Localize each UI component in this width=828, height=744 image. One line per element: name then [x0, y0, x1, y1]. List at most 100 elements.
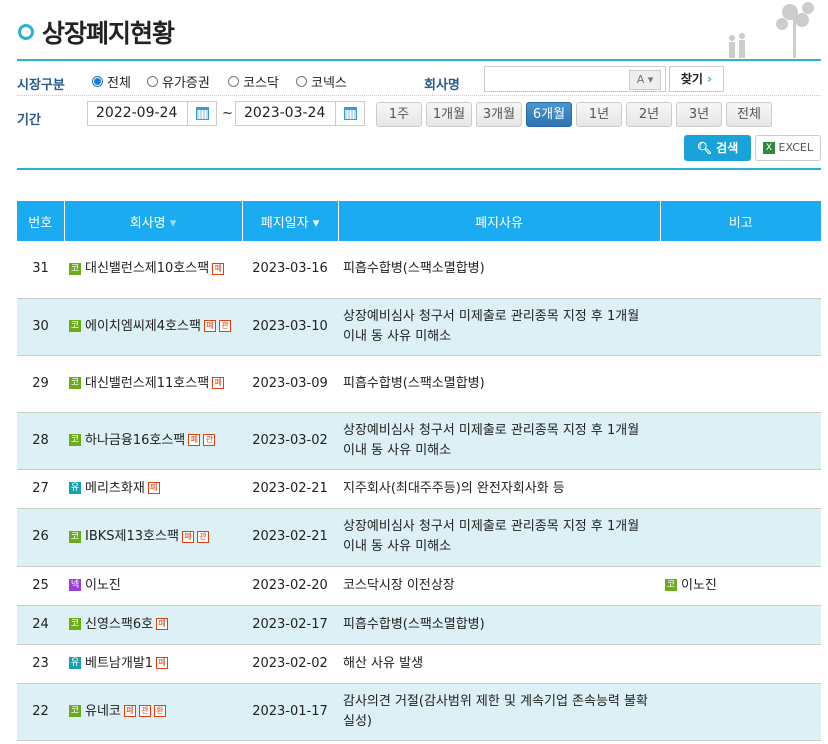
table-row: 26 코 IBKS제13호스팩 폐 관 2023-02-21 상장예비심사 청구서 미… [17, 508, 821, 567]
company-cell: 코 대신밸런스제10호스팩 폐 [64, 241, 242, 299]
circle-icon [18, 24, 34, 40]
period-1m-button[interactable]: 1개월 [426, 102, 472, 127]
tag-badge-icon: 관 [203, 434, 216, 446]
radio-label: 전체 [107, 76, 131, 91]
calendar-icon[interactable] [187, 101, 217, 126]
find-label: 찾기 [680, 72, 703, 86]
excel-button[interactable]: X EXCEL [755, 135, 821, 161]
company-cell: 코 에이치엠씨제4호스팩 폐 관 [64, 298, 242, 356]
company-cell: 넥 이노진 [64, 566, 242, 606]
row-number: 30 [17, 298, 64, 356]
row-number: 22 [17, 683, 64, 741]
radio-konex[interactable]: 코넥스 [296, 72, 347, 91]
radio-kosdaq[interactable]: 코스닥 [228, 72, 279, 91]
end-date-input[interactable]: 2023-03-24 [235, 101, 336, 126]
delisting-date: 2023-03-10 [242, 298, 338, 356]
radio-kospi[interactable]: 유가증권 [147, 72, 210, 91]
start-date-input[interactable]: 2022-09-24 [87, 101, 188, 126]
top-divider [17, 59, 821, 61]
company-link[interactable]: 하나금융16호스팩 [85, 433, 185, 448]
delisting-reason: 피흡수합병(스팩소멸합병) [338, 355, 660, 413]
search-label: 검색 [716, 141, 739, 155]
row-number: 25 [17, 566, 64, 606]
delisting-reason: 상장예비심사 청구서 미제출로 관리종목 지정 후 1개월 이내 동 사유 미해… [338, 508, 660, 567]
company-cell: 코 대신밸런스제11호스팩 폐 [64, 355, 242, 413]
delisting-date: 2023-03-09 [242, 355, 338, 413]
period-all-button[interactable]: 전체 [726, 102, 772, 127]
period-3m-button[interactable]: 3개월 [476, 102, 522, 127]
company-link[interactable]: 신영스팩6호 [85, 617, 153, 632]
radio-all[interactable]: 전체 [92, 72, 131, 91]
page-title-text: 상장폐지현황 [42, 19, 175, 48]
company-link[interactable]: 메리츠화재 [85, 481, 145, 496]
period-3y-button[interactable]: 3년 [676, 102, 722, 127]
company-link[interactable]: 이노진 [85, 578, 121, 593]
tag-badge-icon: 관 [218, 320, 231, 332]
market-badge: 코 [665, 579, 677, 591]
company-input[interactable]: A ▾ [484, 66, 666, 92]
col-date[interactable]: 폐지일자 ▾ [241, 201, 338, 241]
delisting-date: 2023-03-16 [242, 241, 338, 299]
period-2y-button[interactable]: 2년 [626, 102, 672, 127]
company-cell: 코 유네코 폐 관 환 [64, 683, 242, 741]
note-cell [660, 605, 821, 645]
market-badge: 유 [69, 657, 81, 669]
tag-badge-icon: 폐 [156, 618, 169, 630]
row-number: 27 [17, 469, 64, 509]
filter-divider [17, 168, 821, 170]
col-company[interactable]: 회사명 ▾ [63, 201, 242, 241]
row-number: 28 [17, 412, 64, 470]
market-badge: 유 [69, 482, 81, 494]
note-cell: 코 이노진 [660, 566, 821, 606]
delisting-reason: 상장예비심사 청구서 미제출로 관리종목 지정 후 1개월 이내 동 사유 미해… [338, 298, 660, 356]
company-link[interactable]: 대신밸런스제10호스팩 [85, 261, 209, 276]
table-row: 24 코 신영스팩6호 폐 2023-02-17 피흡수합병(스팩소멸합병) [17, 605, 821, 645]
period-1y-button[interactable]: 1년 [576, 102, 622, 127]
row-number: 31 [17, 241, 64, 299]
row-number: 26 [17, 508, 64, 567]
delisting-reason: 피흡수합병(스팩소멸합병) [338, 605, 660, 645]
delisting-reason: 코스닥시장 이전상장 [338, 566, 660, 606]
company-link[interactable]: 베트남개발1 [85, 656, 153, 671]
tag-badge-icon: 폐 [123, 705, 136, 717]
table-row: 29 코 대신밸런스제11호스팩 폐 2023-03-09 피흡수합병(스팩소멸합병… [17, 355, 821, 413]
note-cell [660, 355, 821, 413]
excel-label: EXCEL [778, 141, 813, 154]
company-link[interactable]: IBKS제13호스팩 [85, 529, 179, 544]
market-badge: 코 [69, 618, 81, 630]
delisting-reason: 지주회사(최대주주등)의 완전자회사화 등 [338, 469, 660, 509]
tag-badge-icon: 폐 [212, 377, 225, 389]
market-badge: 코 [69, 262, 81, 275]
company-link[interactable]: 에이치엠씨제4호스팩 [85, 319, 201, 334]
market-badge: 코 [69, 434, 81, 446]
sort-down-icon: ▾ [169, 215, 177, 231]
period-6m-button[interactable]: 6개월 [526, 102, 572, 127]
delisting-date: 2023-02-21 [242, 508, 338, 567]
table-row: 30 코 에이치엠씨제4호스팩 폐 관 2023-03-10 상장예비심사 청구서 미… [17, 298, 821, 356]
tilde: ~ [222, 106, 233, 121]
delisting-reason: 상장예비심사 청구서 미제출로 관리종목 지정 후 1개월 이내 동 사유 미해… [338, 412, 660, 470]
note-cell [660, 683, 821, 741]
delisting-date: 2023-02-02 [242, 644, 338, 684]
note-cell [660, 241, 821, 299]
ime-label: A [636, 73, 645, 86]
table-row: 27 유 메리츠화재 폐 2023-02-21 지주회사(최대주주등)의 완전자회사… [17, 469, 821, 509]
delisting-reason: 피흡수합병(스팩소멸합병) [338, 241, 660, 299]
company-cell: 코 IBKS제13호스팩 폐 관 [64, 508, 242, 567]
row-number: 24 [17, 605, 64, 645]
company-link[interactable]: 유네코 [85, 704, 121, 719]
delisting-reason: 해산 사유 발생 [338, 644, 660, 684]
search-button[interactable]: 🔍︎ 검색 [684, 135, 751, 161]
delisting-reason: 감사의견 거절(감사범위 제한 및 계속기업 존속능력 불확실성) [338, 683, 660, 741]
tag-badge-icon: 폐 [203, 320, 216, 332]
delisting-date: 2023-01-17 [242, 683, 338, 741]
period-1w-button[interactable]: 1주 [376, 102, 422, 127]
find-button[interactable]: 찾기 › [669, 66, 724, 92]
market-badge: 코 [69, 377, 81, 389]
company-link[interactable]: 대신밸런스제11호스팩 [85, 376, 209, 391]
row-number: 23 [17, 644, 64, 684]
ime-toggle[interactable]: A ▾ [629, 70, 661, 90]
col-number: 번호 [17, 201, 64, 241]
chevron-right-icon: › [707, 72, 713, 86]
calendar-icon[interactable] [335, 101, 365, 126]
